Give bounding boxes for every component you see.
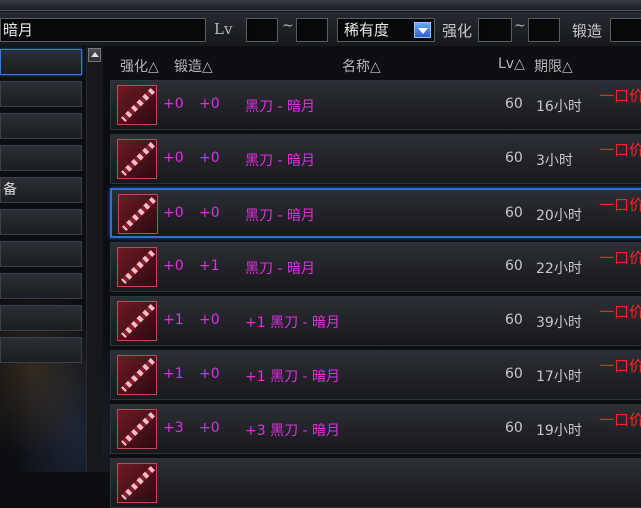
row-expire: 19小时	[536, 423, 582, 439]
qianghua-min-input[interactable]	[478, 18, 512, 42]
row-qianghua: +1	[163, 366, 184, 382]
row-duanzao: +1	[199, 258, 220, 274]
auction-row[interactable]: +0 +1 黑刀 - 暗月 60 22小时 一口价	[110, 242, 641, 292]
sort-duanzao-header[interactable]: 锻造△	[174, 56, 213, 76]
category-item[interactable]	[0, 337, 82, 363]
row-duanzao: +0	[199, 96, 220, 112]
chevron-down-icon[interactable]	[414, 22, 431, 38]
category-item[interactable]	[0, 113, 82, 139]
black-blade-icon	[117, 463, 157, 503]
black-blade-icon	[117, 85, 157, 125]
black-blade-icon	[117, 301, 157, 341]
row-price-type: 一口价	[599, 141, 641, 159]
row-duanzao: +0	[199, 205, 220, 221]
row-level: 60	[505, 205, 523, 221]
window-title-bar	[0, 0, 641, 11]
category-item[interactable]	[0, 273, 82, 299]
rarity-select[interactable]: 稀有度	[337, 18, 435, 42]
row-level: 60	[505, 420, 523, 436]
row-item-name: 黑刀 - 暗月	[245, 261, 315, 277]
black-blade-icon	[117, 355, 157, 395]
sort-qianghua-header[interactable]: 强化△	[120, 56, 159, 76]
auction-row[interactable]: +0 +0 黑刀 - 暗月 60 16小时 一口价	[110, 80, 641, 130]
row-level: 60	[505, 312, 523, 328]
row-level: 60	[505, 96, 523, 112]
row-qianghua: +0	[163, 258, 184, 274]
row-expire: 17小时	[536, 369, 582, 385]
row-price-type: 一口价	[599, 249, 641, 267]
lv-range-separator: ~	[282, 18, 294, 34]
row-price-type: 一口价	[599, 196, 641, 214]
lv-label: Lv	[214, 20, 233, 38]
row-item-name: 黑刀 - 暗月	[245, 99, 315, 115]
auction-row[interactable]: +3 +0 +3 黑刀 - 暗月 60 19小时 一口价	[110, 404, 641, 454]
category-item[interactable]	[0, 305, 82, 331]
category-item[interactable]: 备	[0, 177, 82, 203]
row-qianghua: +3	[163, 420, 184, 436]
row-expire: 16小时	[536, 99, 582, 115]
lv-max-input[interactable]	[296, 18, 328, 42]
row-level: 60	[505, 366, 523, 382]
auction-row[interactable]: +1 +0 +1 黑刀 - 暗月 60 17小时 一口价	[110, 350, 641, 400]
black-blade-icon	[117, 247, 157, 287]
row-qianghua: +0	[163, 96, 184, 112]
sort-expire-header[interactable]: 期限△	[534, 56, 573, 76]
item-name-input[interactable]: 暗月	[0, 18, 206, 42]
row-qianghua: +0	[163, 150, 184, 166]
category-item[interactable]	[0, 241, 82, 267]
scroll-up-icon[interactable]	[88, 48, 101, 62]
auction-row[interactable]: +0 +0 黑刀 - 暗月 60 3小时 一口价	[110, 134, 641, 184]
category-item[interactable]	[0, 49, 82, 75]
qianghua-label: 强化	[442, 22, 473, 40]
sort-name-header[interactable]: 名称△	[342, 56, 381, 76]
duanzao-min-input[interactable]	[610, 18, 641, 42]
category-item[interactable]	[0, 209, 82, 235]
row-expire: 20小时	[536, 208, 582, 224]
row-item-name: +1 黑刀 - 暗月	[245, 315, 341, 331]
row-price-type: 一口价	[599, 357, 641, 375]
results-header: 强化△ 锻造△ 名称△ Lv△ 期限△	[110, 52, 641, 76]
category-scrollbar[interactable]	[86, 47, 103, 472]
row-qianghua: +1	[163, 312, 184, 328]
row-expire: 3小时	[536, 153, 573, 169]
row-duanzao: +0	[199, 312, 220, 328]
duanzao-label: 锻造	[572, 22, 603, 40]
row-price-type: 一口价	[599, 303, 641, 321]
category-list: 备	[0, 47, 84, 472]
rarity-select-value: 稀有度	[344, 21, 390, 39]
category-item[interactable]	[0, 81, 82, 107]
row-expire: 39小时	[536, 315, 582, 331]
row-price-type: 一口价	[599, 87, 641, 105]
row-qianghua: +0	[163, 205, 184, 221]
row-duanzao: +0	[199, 420, 220, 436]
row-expire: 22小时	[536, 261, 582, 277]
qianghua-max-input[interactable]	[528, 18, 560, 42]
row-level: 60	[505, 258, 523, 274]
row-item-name: +3 黑刀 - 暗月	[245, 423, 341, 439]
category-item[interactable]	[0, 145, 82, 171]
qianghua-range-separator: ~	[514, 18, 526, 34]
sort-lv-header[interactable]: Lv△	[498, 56, 525, 72]
black-blade-icon	[117, 409, 157, 449]
black-blade-icon	[117, 139, 157, 179]
black-blade-icon	[118, 194, 158, 234]
auction-row-selected[interactable]: +0 +0 黑刀 - 暗月 60 20小时 一口价	[110, 188, 641, 238]
row-item-name: +1 黑刀 - 暗月	[245, 369, 341, 385]
auction-row[interactable]	[110, 458, 641, 508]
lv-min-input[interactable]	[246, 18, 278, 42]
results-list: +0 +0 黑刀 - 暗月 60 16小时 一口价 +0 +0 黑刀 - 暗月 …	[110, 80, 641, 508]
row-level: 60	[505, 150, 523, 166]
auction-row[interactable]: +1 +0 +1 黑刀 - 暗月 60 39小时 一口价	[110, 296, 641, 346]
row-item-name: 黑刀 - 暗月	[245, 153, 315, 169]
row-duanzao: +0	[199, 150, 220, 166]
row-duanzao: +0	[199, 366, 220, 382]
row-item-name: 黑刀 - 暗月	[245, 208, 315, 224]
row-price-type: 一口价	[599, 411, 641, 429]
